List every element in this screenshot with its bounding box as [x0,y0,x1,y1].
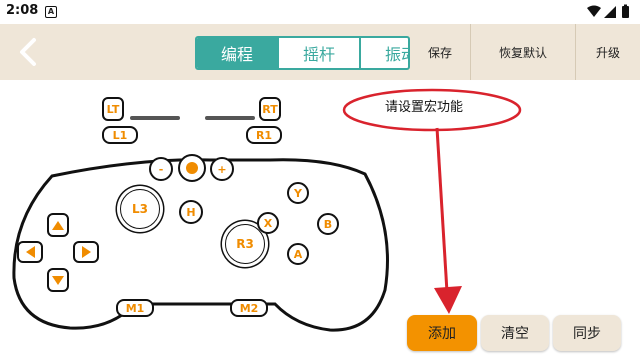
sync-button[interactable]: 同步 [553,315,621,351]
a-key[interactable]: A [287,243,309,265]
right-trigger-bar [205,116,255,120]
battery-icon [622,6,629,18]
dpad-left[interactable] [17,241,43,263]
left-trigger-bar [130,116,180,120]
mode-tabs: 编程 摇杆 振动 [195,36,410,70]
dpad-down[interactable] [47,268,69,292]
minus-key[interactable]: - [149,157,173,181]
b-key[interactable]: B [317,213,339,235]
notification-icon: A [45,6,57,18]
l3-stick[interactable]: L3 [120,189,160,229]
right-arrow-icon [81,246,91,258]
red-arrow-line [435,127,449,293]
back-arrow-icon[interactable] [14,36,44,68]
down-arrow-icon [52,275,64,285]
tab-vibration[interactable]: 振动 [361,38,408,68]
lt-key[interactable]: LT [102,97,124,121]
upgrade-button[interactable]: 升级 [575,24,640,80]
header: 编程 摇杆 振动 保存 恢复默认 升级 [0,24,640,80]
red-arrow-head [434,286,462,314]
r1-key[interactable]: R1 [246,126,282,144]
header-menu: 保存 恢复默认 升级 [410,24,640,80]
home-key[interactable]: H [179,200,203,224]
status-bar: 2:08 A [0,0,640,24]
m1-key[interactable]: M1 [116,299,154,317]
status-icons [587,4,629,18]
rt-key[interactable]: RT [259,97,281,121]
add-button[interactable]: 添加 [407,315,477,351]
controller-body [12,158,389,332]
clear-button[interactable]: 清空 [481,315,549,351]
l1-key[interactable]: L1 [102,126,138,144]
m2-key[interactable]: M2 [230,299,268,317]
reset-default-button[interactable]: 恢复默认 [470,24,575,80]
y-key[interactable]: Y [287,182,309,204]
x-key[interactable]: X [257,212,279,234]
save-button[interactable]: 保存 [410,24,470,80]
signal-icon [604,6,616,18]
macro-hint-text: 请设置宏功能 [385,100,464,115]
up-arrow-icon [52,220,64,230]
dpad-right[interactable] [73,241,99,263]
plus-key[interactable]: + [210,157,234,181]
tab-joystick[interactable]: 摇杆 [279,38,361,68]
status-time: 2:08 [6,3,39,18]
dpad-up[interactable] [47,213,69,237]
left-arrow-icon [25,246,35,258]
center-dot-key[interactable] [178,154,206,182]
wifi-icon [587,5,601,17]
center-dot-icon [186,162,198,174]
tab-programming[interactable]: 编程 [197,38,279,68]
gamepad-area: LT RT L1 R1 - + L3 H R3 Y X B A M1 M2 请设… [0,80,640,360]
